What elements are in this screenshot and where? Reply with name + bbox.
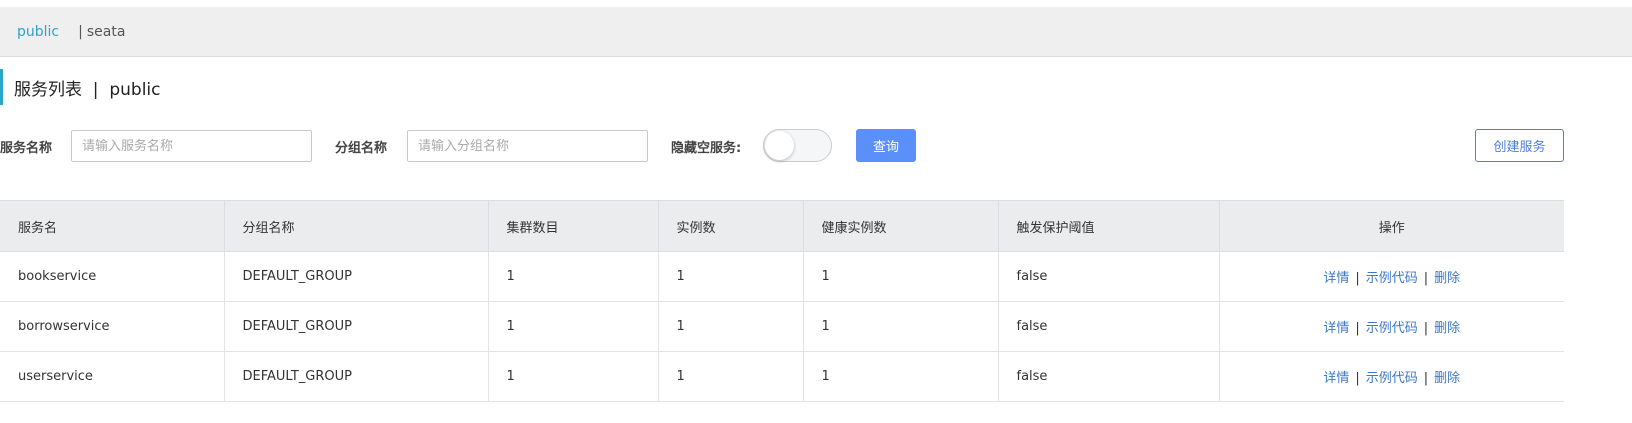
cell-cluster-count: 1: [488, 351, 659, 402]
header-operations: 操作: [1219, 200, 1564, 252]
page-title-row: 服务列表 | public: [0, 69, 161, 105]
cell-cluster-count: 1: [488, 301, 659, 352]
cell-group-name: DEFAULT_GROUP: [224, 301, 489, 352]
table-row: bookservice DEFAULT_GROUP 1 1 1 false 详情…: [0, 251, 1564, 302]
delete-link[interactable]: 删除: [1434, 271, 1460, 286]
group-name-input[interactable]: [407, 130, 648, 162]
title-accent-bar: [0, 69, 3, 105]
table-row: userservice DEFAULT_GROUP 1 1 1 false 详情…: [0, 351, 1564, 402]
header-healthy-count: 健康实例数: [803, 200, 999, 252]
query-button[interactable]: 查询: [856, 129, 916, 162]
delete-link[interactable]: 删除: [1434, 321, 1460, 336]
cell-healthy-count: 1: [803, 301, 999, 352]
cell-operations: 详情 | 示例代码 | 删除: [1219, 351, 1564, 402]
header-service-name: 服务名: [0, 200, 225, 252]
op-separator: |: [1355, 271, 1360, 286]
header-cluster-count: 集群数目: [488, 200, 659, 252]
detail-link[interactable]: 详情: [1323, 371, 1349, 386]
namespace-seata-link[interactable]: seata: [87, 24, 126, 40]
detail-link[interactable]: 详情: [1323, 271, 1349, 286]
cell-group-name: DEFAULT_GROUP: [224, 351, 489, 402]
table-header-row: 服务名 分组名称 集群数目 实例数 健康实例数 触发保护阈值 操作: [0, 200, 1564, 252]
detail-link[interactable]: 详情: [1323, 321, 1349, 336]
service-table: 服务名 分组名称 集群数目 实例数 健康实例数 触发保护阈值 操作 bookse…: [0, 200, 1564, 402]
cell-instance-count: 1: [658, 301, 804, 352]
hide-empty-toggle[interactable]: [763, 129, 832, 162]
cell-protect-threshold: false: [998, 251, 1220, 302]
namespace-public-link[interactable]: public: [17, 24, 59, 40]
namespace-separator: |: [78, 23, 83, 40]
toggle-knob: [765, 131, 794, 160]
cell-service-name: userservice: [0, 351, 225, 402]
namespace-bar: public | seata: [0, 7, 1632, 57]
op-separator: |: [1355, 371, 1360, 386]
hide-empty-label: 隐藏空服务:: [671, 141, 742, 156]
cell-operations: 详情 | 示例代码 | 删除: [1219, 251, 1564, 302]
header-protect-threshold: 触发保护阈值: [998, 200, 1220, 252]
cell-operations: 详情 | 示例代码 | 删除: [1219, 301, 1564, 352]
cell-healthy-count: 1: [803, 251, 999, 302]
cell-instance-count: 1: [658, 251, 804, 302]
sample-code-link[interactable]: 示例代码: [1366, 371, 1418, 386]
sample-code-link[interactable]: 示例代码: [1366, 271, 1418, 286]
delete-link[interactable]: 删除: [1434, 371, 1460, 386]
cell-healthy-count: 1: [803, 351, 999, 402]
service-name-input[interactable]: [71, 130, 312, 162]
table-row: borrowservice DEFAULT_GROUP 1 1 1 false …: [0, 301, 1564, 352]
page-title: 服务列表 | public: [14, 79, 161, 100]
cell-service-name: bookservice: [0, 251, 225, 302]
cell-protect-threshold: false: [998, 301, 1220, 352]
create-service-button[interactable]: 创建服务: [1475, 129, 1564, 162]
cell-protect-threshold: false: [998, 351, 1220, 402]
op-separator: |: [1355, 321, 1360, 336]
header-group-name: 分组名称: [224, 200, 489, 252]
cell-service-name: borrowservice: [0, 301, 225, 352]
op-separator: |: [1423, 371, 1429, 386]
group-name-label: 分组名称: [335, 141, 388, 156]
op-separator: |: [1423, 271, 1429, 286]
cell-instance-count: 1: [658, 351, 804, 402]
header-instance-count: 实例数: [658, 200, 804, 252]
cell-cluster-count: 1: [488, 251, 659, 302]
sample-code-link[interactable]: 示例代码: [1366, 321, 1418, 336]
service-name-label: 服务名称: [0, 141, 53, 156]
cell-group-name: DEFAULT_GROUP: [224, 251, 489, 302]
op-separator: |: [1423, 321, 1429, 336]
